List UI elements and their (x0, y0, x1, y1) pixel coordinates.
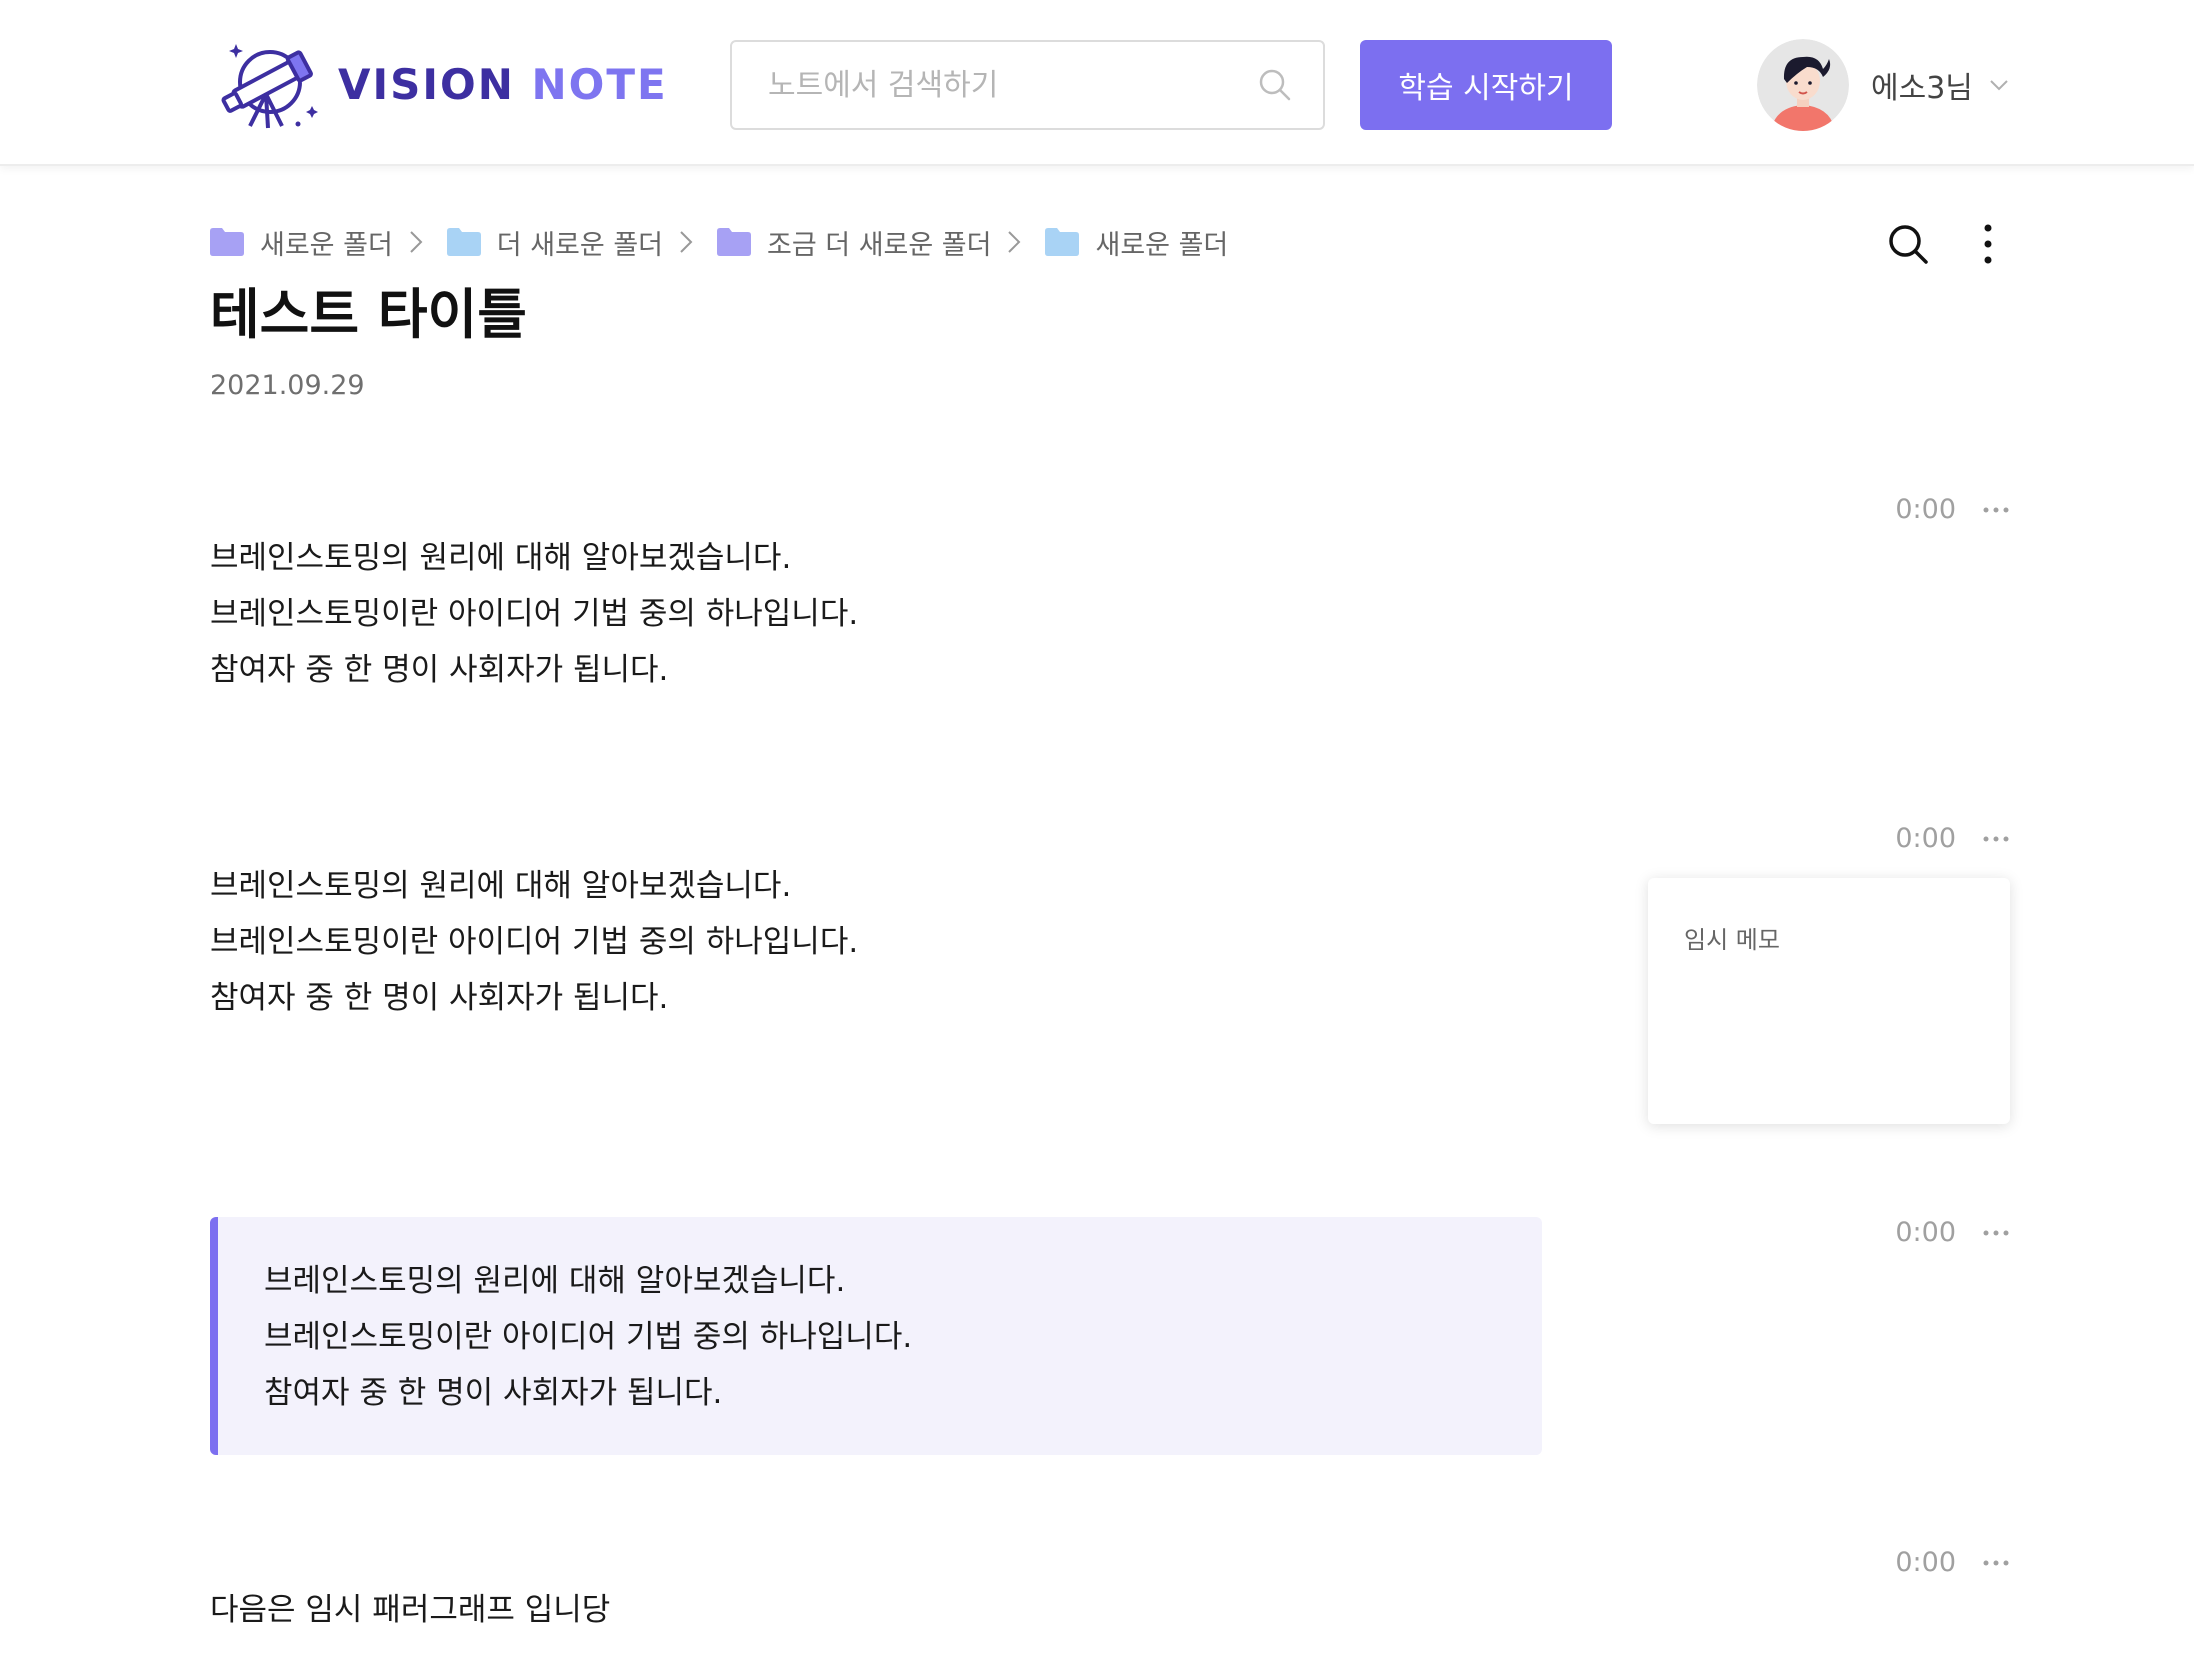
paragraph-line: 브레인스토밍의 원리에 대해 알아보겠습니다. (210, 868, 792, 904)
memo-text: 임시 메모 (1684, 926, 1780, 954)
user-name: 에소3님 (1871, 71, 1973, 106)
user-menu[interactable]: 에소3님 (1757, 38, 2009, 132)
note-date: 2021.09.29 (210, 370, 365, 401)
paragraph-line: 브레인스토밍의 원리에 대해 알아보겠습니다. (264, 1263, 846, 1299)
search-icon[interactable] (1257, 67, 1293, 103)
folder-icon (210, 228, 244, 256)
search-icon[interactable] (1886, 222, 1930, 266)
timestamp[interactable]: 0:00 (1876, 1217, 1956, 1248)
breadcrumb-label: 더 새로운 폴더 (496, 229, 664, 261)
paragraph-block[interactable]: 브레인스토밍의 원리에 대해 알아보겠습니다. 브레인스토밍이란 아이디어 기법… (210, 858, 858, 1026)
logo-wordmark: VISION NOTE (338, 64, 668, 106)
chevron-down-icon[interactable] (1989, 79, 2009, 91)
more-horizontal-icon[interactable] (1982, 1559, 2010, 1567)
timestamp[interactable]: 0:00 (1876, 1547, 1956, 1578)
chevron-right-icon (1008, 231, 1021, 253)
start-learning-button[interactable]: 학습 시작하기 (1360, 40, 1612, 130)
more-horizontal-icon[interactable] (1982, 1229, 2010, 1237)
paragraph-line: 브레인스토밍이란 아이디어 기법 중의 하나입니다. (264, 1319, 913, 1355)
chevron-right-icon (680, 231, 693, 253)
breadcrumb-item[interactable]: 새로운 폴더 (1045, 223, 1228, 262)
more-vertical-icon[interactable] (1976, 222, 2000, 266)
paragraph-line: 브레인스토밍이란 아이디어 기법 중의 하나입니다. (210, 596, 859, 632)
paragraph-block[interactable]: 브레인스토밍의 원리에 대해 알아보겠습니다. 브레인스토밍이란 아이디어 기법… (210, 530, 858, 698)
more-horizontal-icon[interactable] (1982, 506, 2010, 514)
memo-card[interactable]: 임시 메모 (1648, 878, 2010, 1124)
folder-icon (1045, 228, 1080, 256)
more-horizontal-icon[interactable] (1982, 835, 2010, 843)
chevron-right-icon (410, 231, 423, 253)
folder-icon (446, 228, 481, 256)
paragraph-block[interactable]: 다음은 임시 패러그래프 입니당 (210, 1582, 610, 1638)
page-title: 테스트 타이틀 (210, 283, 527, 346)
breadcrumb-item[interactable]: 조금 더 새로운 폴더 (717, 223, 991, 262)
breadcrumb-item[interactable]: 더 새로운 폴더 (446, 223, 664, 262)
search-box (730, 40, 1325, 130)
avatar (1757, 39, 1849, 131)
breadcrumb-label: 새로운 폴더 (1095, 229, 1229, 261)
highlighted-paragraph-block[interactable]: 브레인스토밍의 원리에 대해 알아보겠습니다. 브레인스토밍이란 아이디어 기법… (210, 1217, 1542, 1455)
timestamp[interactable]: 0:00 (1876, 494, 1956, 525)
breadcrumb: 새로운 폴더 더 새로운 폴더 조금 더 새로운 폴더 새로운 폴더 (210, 220, 1228, 264)
timestamp[interactable]: 0:00 (1876, 823, 1956, 854)
telescope-logo-icon (221, 44, 318, 129)
breadcrumb-item[interactable]: 새로운 폴더 (210, 223, 393, 262)
paragraph-line: 브레인스토밍의 원리에 대해 알아보겠습니다. (210, 540, 792, 576)
logo[interactable]: VISION NOTE (212, 38, 668, 132)
paragraph-line: 참여자 중 한 명이 사회자가 됩니다. (264, 1375, 723, 1411)
breadcrumb-label: 조금 더 새로운 폴더 (767, 229, 992, 261)
folder-icon (717, 228, 752, 256)
search-input[interactable] (768, 67, 1257, 103)
logo-word-note: NOTE (531, 60, 668, 109)
paragraph-line: 브레인스토밍이란 아이디어 기법 중의 하나입니다. (210, 924, 859, 960)
paragraph-line: 다음은 임시 패러그래프 입니당 (210, 1592, 611, 1628)
paragraph-line: 참여자 중 한 명이 사회자가 됩니다. (210, 652, 669, 688)
top-header: VISION NOTE 학습 시작하기 에소3님 (0, 0, 2194, 166)
breadcrumb-label: 새로운 폴더 (260, 229, 393, 261)
paragraph-line: 참여자 중 한 명이 사회자가 됩니다. (210, 980, 669, 1016)
logo-word-vision: VISION (338, 60, 515, 109)
